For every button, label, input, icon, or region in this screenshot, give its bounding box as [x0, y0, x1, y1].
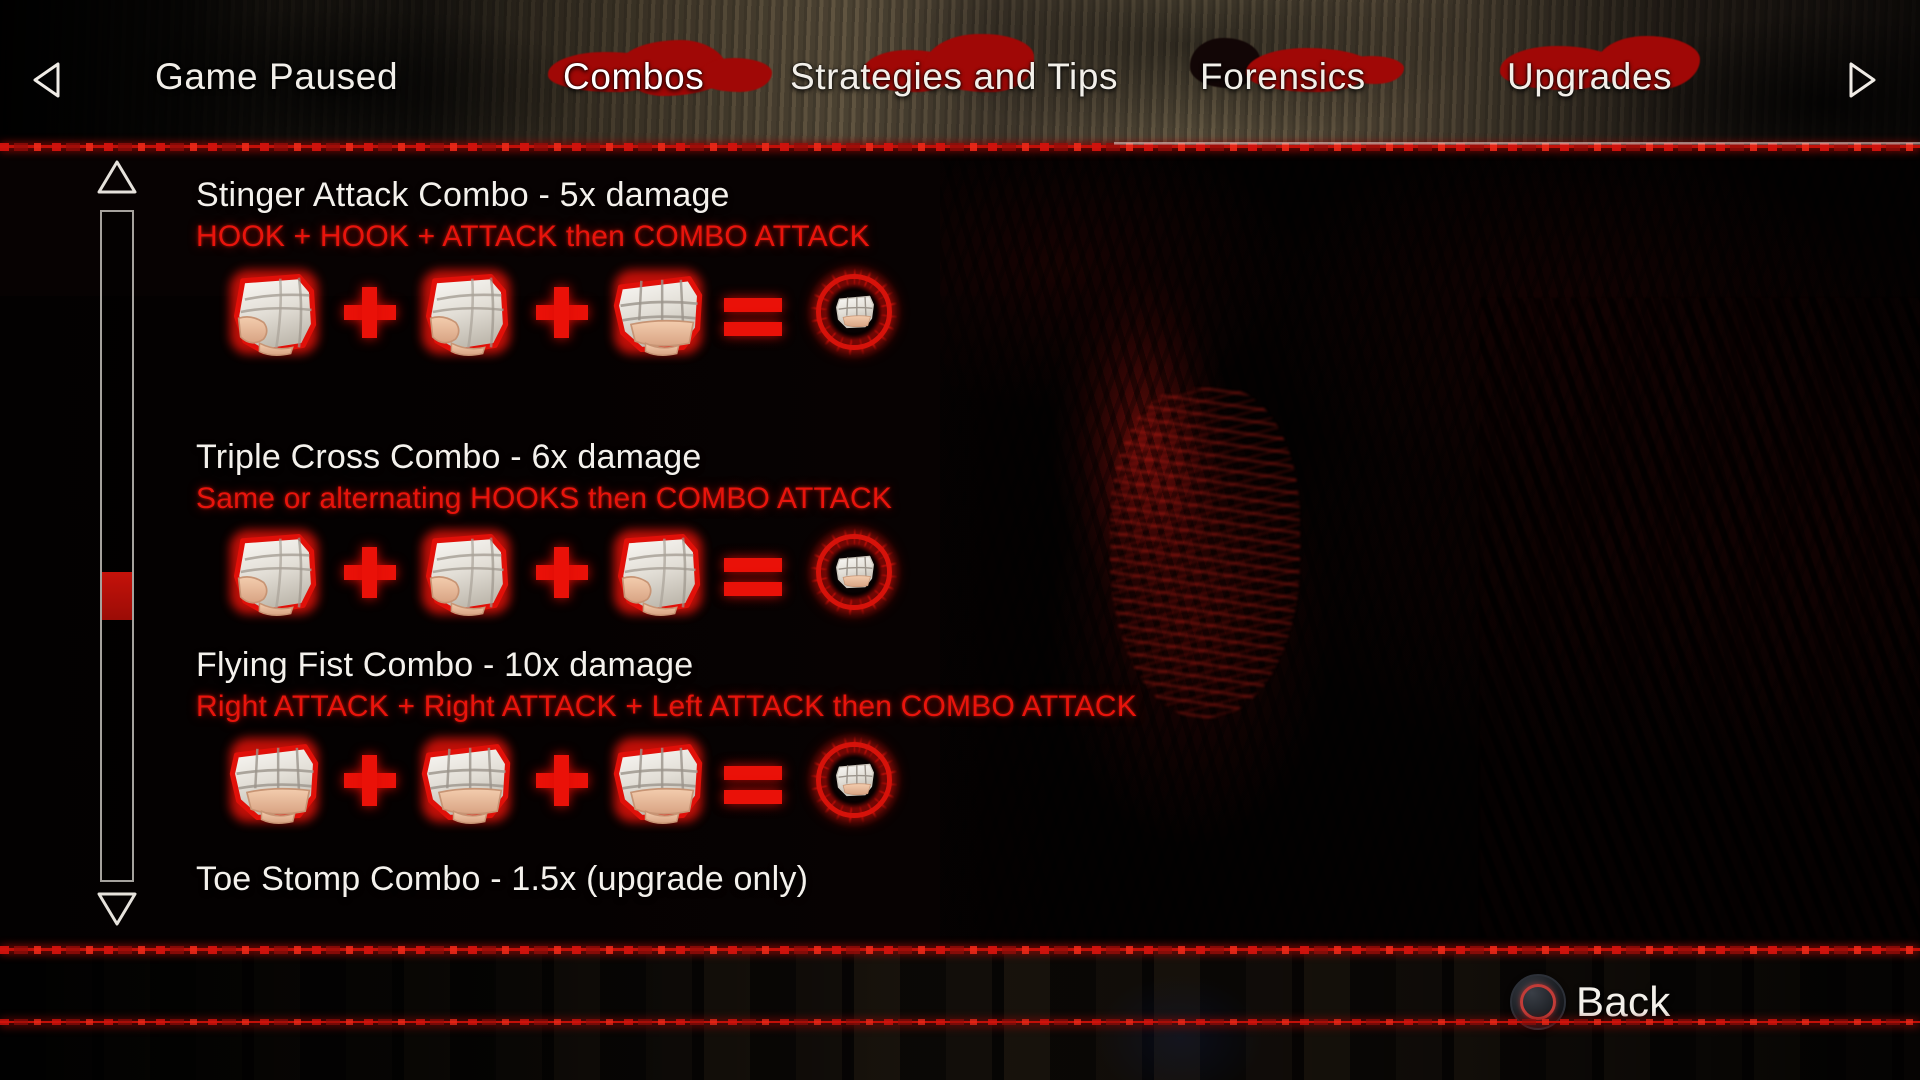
combo-input-sequence-text: HOOK + HOOK + ATTACK then COMBO ATTACK — [196, 220, 870, 253]
combo-icon-row — [222, 520, 910, 624]
nav-item-strategies-and-tips[interactable]: Strategies and Tips — [790, 56, 1118, 98]
footer-bar: Back — [0, 948, 1920, 1080]
combo-title: Triple Cross Combo - 6x damage — [196, 438, 702, 476]
plus-icon — [518, 524, 606, 620]
playstation-circle-icon — [1510, 974, 1566, 1030]
fist-hook-icon — [414, 524, 518, 620]
nav-item-upgrades[interactable]: Upgrades — [1507, 56, 1672, 98]
triangle-up-icon[interactable] — [96, 158, 138, 198]
scrollbar[interactable] — [88, 158, 144, 928]
nav-item-combos[interactable]: Combos — [563, 56, 704, 98]
plus-icon — [326, 264, 414, 360]
combo-attack-icon — [798, 260, 910, 364]
scrollbar-thumb[interactable] — [102, 572, 132, 620]
combo-entry-stinger-attack[interactable]: Stinger Attack Combo - 5x damage HOOK + … — [196, 176, 1476, 364]
combos-content-panel: Stinger Attack Combo - 5x damage HOOK + … — [0, 148, 1920, 948]
fist-straight-icon — [414, 732, 518, 828]
equals-icon — [710, 264, 798, 360]
plus-icon — [326, 524, 414, 620]
fist-hook-icon — [222, 264, 326, 360]
combo-title: Toe Stomp Combo - 1.5x (upgrade only) — [196, 860, 809, 898]
combo-icon-row — [222, 728, 910, 832]
combo-icon-row — [222, 260, 910, 364]
combo-title: Stinger Attack Combo - 5x damage — [196, 176, 730, 214]
scrollbar-track[interactable] — [100, 210, 134, 882]
equals-icon — [710, 732, 798, 828]
fist-hook-icon — [414, 264, 518, 360]
nav-item-forensics[interactable]: Forensics — [1200, 56, 1366, 98]
equals-icon — [710, 524, 798, 620]
combo-input-sequence-text: Right ATTACK + Right ATTACK + Left ATTAC… — [196, 690, 1137, 723]
back-button-label: Back — [1576, 978, 1671, 1025]
back-button[interactable]: Back — [1510, 972, 1671, 1032]
fist-straight-icon — [222, 732, 326, 828]
plus-icon — [518, 732, 606, 828]
combo-attack-icon — [798, 728, 910, 832]
nav-item-list: Game Paused Combos Strategies and Tips F… — [0, 56, 1920, 116]
plus-icon — [518, 264, 606, 360]
triangle-down-icon[interactable] — [96, 888, 138, 928]
plus-icon — [326, 732, 414, 828]
combo-input-sequence-text: Same or alternating HOOKS then COMBO ATT… — [196, 482, 893, 515]
header-nav-bar: Game Paused Combos Strategies and Tips F… — [0, 0, 1920, 148]
combo-list: Stinger Attack Combo - 5x damage HOOK + … — [196, 148, 1476, 948]
combo-entry-toe-stomp[interactable]: Toe Stomp Combo - 1.5x (upgrade only) — [196, 860, 1476, 899]
fist-straight-icon — [606, 732, 710, 828]
combo-attack-icon — [798, 520, 910, 624]
fist-hook-icon — [222, 524, 326, 620]
nav-item-game-paused[interactable]: Game Paused — [155, 56, 398, 98]
combo-title: Flying Fist Combo - 10x damage — [196, 646, 694, 684]
combo-entry-flying-fist[interactable]: Flying Fist Combo - 10x damage Right ATT… — [196, 646, 1476, 832]
combo-entry-triple-cross[interactable]: Triple Cross Combo - 6x damage Same or a… — [196, 438, 1476, 624]
fist-hook-icon — [606, 524, 710, 620]
fist-straight-icon — [606, 264, 710, 360]
